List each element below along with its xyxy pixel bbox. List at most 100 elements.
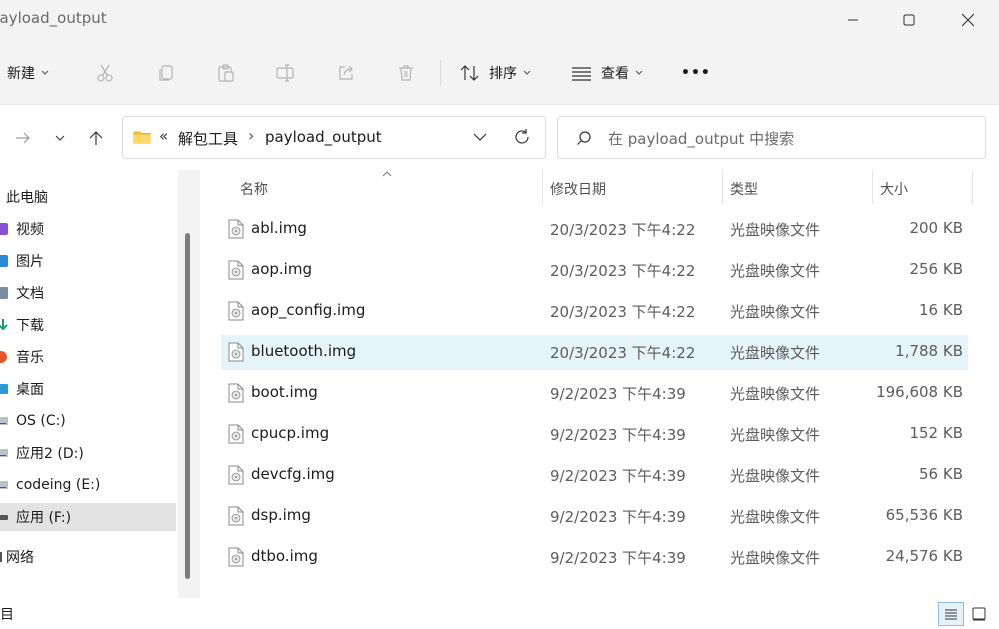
column-type-label: 类型 xyxy=(730,182,758,198)
column-size-label: 大小 xyxy=(880,182,908,198)
view-icon xyxy=(572,67,591,81)
column-header-size[interactable]: 大小 xyxy=(880,175,908,203)
delete-button[interactable] xyxy=(396,56,416,90)
folder-icon xyxy=(133,131,151,144)
refresh-icon xyxy=(515,129,529,144)
sidebar-item-label: 文档 xyxy=(16,286,44,302)
file-name: devcfg.img xyxy=(251,465,335,483)
sidebar-item-drive-f[interactable]: 应用 (F:) xyxy=(0,503,176,531)
paste-button[interactable] xyxy=(216,56,236,90)
file-type: 光盘映像文件 xyxy=(730,385,821,403)
navigation-pane: 此电脑 视频 图片 文档 下载 音乐 桌面 OS (C:) 应用2 (D:) c… xyxy=(0,170,178,598)
new-label: 新建 xyxy=(7,66,35,82)
file-row[interactable]: dsp.img 9/2/2023 下午4:39 光盘映像文件 65,536 KB xyxy=(221,499,968,534)
breadcrumb-separator[interactable]: › xyxy=(248,126,254,145)
file-row[interactable]: bluetooth.img 20/3/2023 下午4:22 光盘映像文件 1,788… xyxy=(221,335,968,370)
file-row[interactable]: aop_config.img 20/3/2023 下午4:22 光盘映像文件 16 K… xyxy=(221,294,968,329)
pictures-icon xyxy=(0,254,10,268)
file-type: 光盘映像文件 xyxy=(730,426,821,444)
file-type: 光盘映像文件 xyxy=(730,221,821,239)
more-icon: ••• xyxy=(681,65,711,81)
sort-button[interactable]: 排序 xyxy=(459,56,531,90)
breadcrumb-current[interactable]: payload_output xyxy=(265,128,382,146)
share-button[interactable] xyxy=(336,56,356,90)
sidebar-item-videos[interactable]: 视频 xyxy=(0,215,176,243)
maximize-button[interactable] xyxy=(889,6,929,34)
sidebar-item-label: 网络 xyxy=(6,550,34,566)
file-size: 16 KB xyxy=(919,301,963,319)
sidebar-item-label: 应用2 (D:) xyxy=(16,446,84,462)
sidebar-item-drive-e[interactable]: codeing (E:) xyxy=(0,471,176,499)
file-row[interactable]: devcfg.img 9/2/2023 下午4:39 光盘映像文件 56 KB xyxy=(221,458,968,493)
close-button[interactable] xyxy=(948,6,988,34)
tiles-view-button[interactable] xyxy=(966,602,992,626)
new-button[interactable]: 新建 xyxy=(7,56,49,90)
file-type: 光盘映像文件 xyxy=(730,467,821,485)
overflow-crumbs[interactable]: « xyxy=(159,127,168,145)
forward-button[interactable] xyxy=(10,124,36,152)
scrollbar-thumb[interactable] xyxy=(185,233,190,579)
file-date: 20/3/2023 下午4:22 xyxy=(550,303,696,321)
command-bar: 新建 排序 查看 ••• xyxy=(0,40,999,105)
column-divider[interactable] xyxy=(972,170,973,204)
sidebar-item-documents[interactable]: 文档 xyxy=(0,279,176,307)
tiles-view-icon xyxy=(972,607,986,621)
drive-icon xyxy=(0,478,10,492)
sidebar-item-network[interactable]: 网络 xyxy=(0,543,176,571)
file-row[interactable]: aop.img 20/3/2023 下午4:22 光盘映像文件 256 KB xyxy=(221,253,968,288)
sidebar-item-label: 桌面 xyxy=(16,382,44,398)
up-button[interactable] xyxy=(83,124,109,152)
rename-button[interactable] xyxy=(275,56,297,90)
cut-button[interactable] xyxy=(95,56,115,90)
column-name-label: 名称 xyxy=(240,182,268,198)
file-row[interactable]: boot.img 9/2/2023 下午4:39 光盘映像文件 196,608 KB xyxy=(221,376,968,411)
recent-locations-button[interactable] xyxy=(47,124,73,152)
sidebar-scrollbar[interactable] xyxy=(178,170,200,600)
file-row[interactable]: cpucp.img 9/2/2023 下午4:39 光盘映像文件 152 KB xyxy=(221,417,968,452)
drive-icon xyxy=(0,510,10,524)
file-date: 9/2/2023 下午4:39 xyxy=(550,549,686,567)
breadcrumb-parent[interactable]: 解包工具 xyxy=(178,128,238,149)
file-size: 200 KB xyxy=(909,219,963,237)
sidebar-item-pictures[interactable]: 图片 xyxy=(0,247,176,275)
sidebar-item-drive-d[interactable]: 应用2 (D:) xyxy=(0,439,176,467)
search-icon xyxy=(577,131,591,145)
details-view-button[interactable] xyxy=(938,602,964,626)
file-name: cpucp.img xyxy=(251,424,330,442)
sidebar-item-this-pc[interactable]: 此电脑 xyxy=(0,183,176,211)
file-date: 9/2/2023 下午4:39 xyxy=(550,426,686,444)
column-header-type[interactable]: 类型 xyxy=(730,175,758,203)
column-divider[interactable] xyxy=(872,170,873,204)
column-divider[interactable] xyxy=(542,170,543,204)
chevron-down-icon xyxy=(41,70,49,75)
sidebar-item-music[interactable]: 音乐 xyxy=(0,343,176,371)
file-row[interactable]: abl.img 20/3/2023 下午4:22 光盘映像文件 200 KB xyxy=(221,212,968,247)
more-options-button[interactable]: ••• xyxy=(681,56,711,90)
minimize-button[interactable] xyxy=(833,6,873,34)
column-header-date[interactable]: 修改日期 xyxy=(550,175,606,203)
disc-image-file-icon xyxy=(228,424,244,444)
details-view-icon xyxy=(945,609,957,620)
copy-icon xyxy=(159,65,173,81)
disc-image-file-icon xyxy=(228,465,244,485)
column-divider[interactable] xyxy=(722,170,723,204)
search-input[interactable]: 在 payload_output 中搜索 xyxy=(557,116,986,159)
sidebar-item-downloads[interactable]: 下载 xyxy=(0,311,176,339)
sidebar-item-label: 此电脑 xyxy=(6,190,48,206)
view-label: 查看 xyxy=(601,66,629,82)
sidebar-item-label: OS (C:) xyxy=(16,413,66,429)
file-type: 光盘映像文件 xyxy=(730,303,821,321)
file-size: 152 KB xyxy=(909,424,963,442)
file-row[interactable]: dtbo.img 9/2/2023 下午4:39 光盘映像文件 24,576 KB xyxy=(221,540,968,575)
sort-label: 排序 xyxy=(489,66,517,82)
file-type: 光盘映像文件 xyxy=(730,549,821,567)
view-button[interactable]: 查看 xyxy=(571,56,643,90)
file-size: 256 KB xyxy=(909,260,963,278)
close-icon xyxy=(961,13,975,27)
sidebar-item-desktop[interactable]: 桌面 xyxy=(0,375,176,403)
status-bar: 项目 xyxy=(0,598,999,629)
address-bar[interactable]: « 解包工具 › payload_output xyxy=(122,116,546,159)
column-header-name[interactable]: 名称 xyxy=(240,175,268,203)
sidebar-item-drive-c[interactable]: OS (C:) xyxy=(0,407,176,435)
copy-button[interactable] xyxy=(156,56,176,90)
